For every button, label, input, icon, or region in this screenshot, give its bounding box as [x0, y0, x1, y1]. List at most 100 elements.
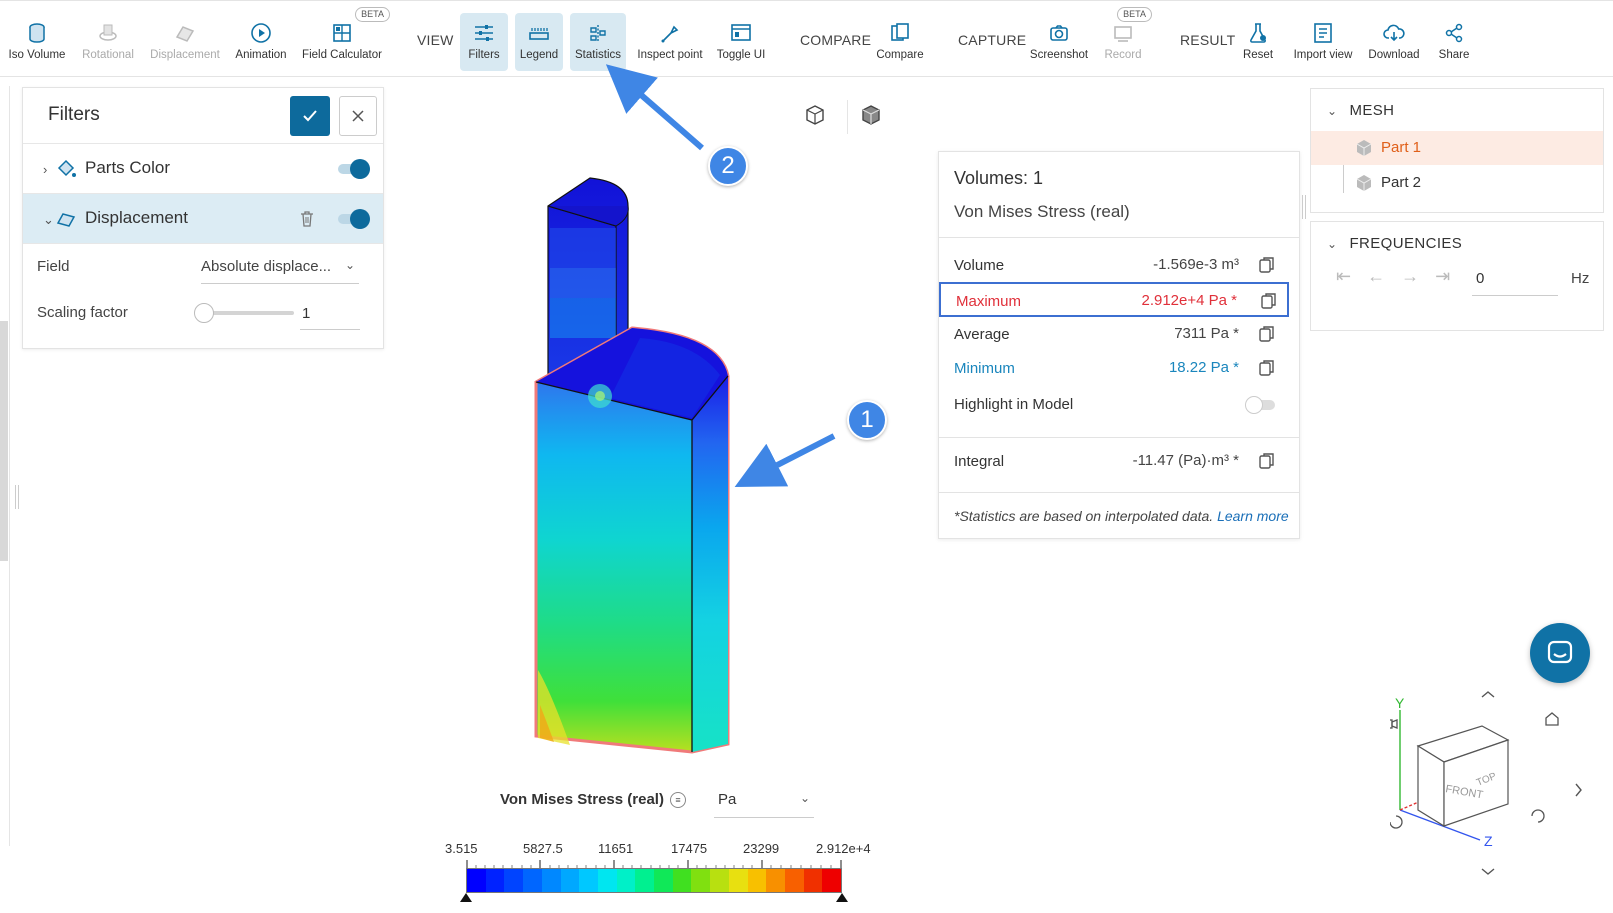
reset-label: Reset	[1242, 49, 1274, 61]
first-step-icon[interactable]: ⇤	[1336, 266, 1367, 286]
inspect-point-label: Inspect point	[637, 49, 703, 61]
left-scrollbar[interactable]	[0, 86, 10, 846]
filter-item-parts-color[interactable]: › Parts Color	[23, 144, 383, 194]
field-calculator-label: Field Calculator	[302, 49, 382, 61]
capture-group-label: CAPTURE	[958, 32, 1027, 48]
record-button[interactable]: Record BETA	[1100, 7, 1152, 71]
left-panel-resize-handle[interactable]	[15, 485, 19, 509]
mesh-section-header[interactable]: ⌄ MESH	[1327, 102, 1394, 119]
field-calculator-button[interactable]: Field Calculator BETA	[300, 7, 390, 71]
share-button[interactable]: Share	[1432, 13, 1476, 71]
wireframe-cube-icon[interactable]	[804, 104, 826, 126]
chevron-down-icon[interactable]	[1481, 868, 1495, 875]
flask-icon	[1249, 23, 1267, 43]
copy-icon[interactable]	[1259, 256, 1275, 274]
legend-min-handle[interactable]	[460, 893, 472, 902]
prev-step-icon[interactable]: ←	[1367, 266, 1401, 286]
copy-icon[interactable]	[1259, 325, 1275, 343]
frequencies-section-header[interactable]: ⌄ FREQUENCIES	[1327, 235, 1462, 252]
callout-1: 1	[847, 400, 887, 440]
field-select[interactable]: Absolute displace... ⌄	[201, 252, 359, 284]
support-chat-button[interactable]	[1530, 623, 1590, 683]
legend-menu-icon[interactable]: ≡	[670, 792, 686, 808]
inspect-point-button[interactable]: Inspect point	[634, 13, 706, 71]
filter-item-label: Displacement	[85, 208, 188, 227]
arrow-to-statistics	[605, 64, 704, 151]
stress-model-3d[interactable]	[520, 170, 780, 790]
highlight-in-model-toggle[interactable]	[1245, 396, 1277, 414]
z-axis-label: Z	[1484, 833, 1493, 849]
parts-color-toggle[interactable]	[338, 159, 370, 179]
rotational-button[interactable]: Rotational	[76, 13, 140, 71]
chevron-right-icon[interactable]	[1575, 783, 1582, 797]
cloud-download-icon	[1383, 24, 1405, 42]
home-icon[interactable]	[1545, 712, 1559, 726]
compare-label: Compare	[876, 49, 924, 61]
unit-select[interactable]: Pa ⌄	[714, 782, 814, 818]
stat-row-integral: Integral -11.47 (Pa)·m³ *	[939, 444, 1299, 478]
scaling-factor-input[interactable]: 1	[300, 298, 360, 330]
toggle-ui-button[interactable]: Toggle UI	[714, 13, 768, 71]
calculator-icon	[333, 24, 351, 42]
solid-cube-icon[interactable]	[860, 104, 882, 126]
navigation-cube[interactable]: ⌃ Y Z X FRONT TOP	[1390, 690, 1600, 890]
stat-row-highlight: Highlight in Model	[939, 387, 1299, 421]
statistics-label: Statistics	[574, 49, 621, 61]
import-view-button[interactable]: Import view	[1290, 13, 1356, 71]
simulation-post-processor: Iso Volume Rotational Displacement Anima…	[0, 0, 1613, 913]
y-axis-label: Y	[1395, 695, 1405, 711]
reset-button[interactable]: Reset	[1236, 13, 1280, 71]
compare-button[interactable]: Compare	[872, 13, 928, 71]
download-button[interactable]: Download	[1364, 13, 1424, 71]
animation-button[interactable]: Animation	[230, 13, 292, 71]
legend-tick-label: 2.912e+4	[816, 841, 871, 856]
copy-icon[interactable]	[1259, 452, 1275, 470]
legend-button[interactable]: Legend	[515, 13, 563, 71]
filters-icon	[475, 25, 493, 41]
displacement-button[interactable]: Displacement	[146, 13, 224, 71]
copy-icon[interactable]	[1259, 359, 1275, 377]
learn-more-link[interactable]: Learn more	[1217, 508, 1289, 524]
frequencies-title: FREQUENCIES	[1349, 235, 1463, 252]
iso-volume-button[interactable]: Iso Volume	[4, 13, 70, 71]
import-view-icon	[1314, 23, 1332, 43]
rotate-right-icon[interactable]	[1531, 809, 1545, 823]
copy-icon[interactable]	[1261, 292, 1277, 310]
displacement-icon	[56, 213, 76, 227]
apply-filters-button[interactable]	[290, 96, 330, 136]
rotate-left-icon[interactable]	[1390, 815, 1403, 829]
scrollbar-thumb[interactable]	[0, 321, 8, 561]
legend-tick-label: 23299	[743, 841, 780, 856]
mesh-item-part-2[interactable]: Part 2	[1311, 166, 1603, 200]
import-view-label: Import view	[1293, 49, 1353, 61]
filter-item-label: Parts Color	[85, 158, 171, 177]
frequency-unit: Hz	[1571, 270, 1590, 287]
mesh-item-part-1[interactable]: Part 1	[1311, 131, 1603, 165]
record-label: Record	[1104, 49, 1142, 61]
chevron-right-icon[interactable]: ›	[43, 162, 47, 177]
filter-item-displacement[interactable]: ⌄ Displacement	[23, 194, 383, 244]
filters-button[interactable]: Filters	[460, 13, 508, 71]
last-step-icon[interactable]: ⇥	[1435, 266, 1466, 286]
toggle-ui-label: Toggle UI	[716, 49, 766, 61]
share-icon	[1445, 23, 1463, 43]
frequency-input[interactable]: 0	[1472, 262, 1558, 296]
screenshot-button[interactable]: Screenshot	[1028, 13, 1090, 71]
statistics-title: Volumes: 1	[954, 168, 1044, 188]
next-step-icon[interactable]: →	[1401, 266, 1435, 286]
statistics-field-name: Von Mises Stress (real)	[954, 202, 1130, 221]
stat-value: -1.569e-3 m³	[1153, 256, 1239, 273]
stat-value: 7311 Pa *	[1174, 325, 1239, 342]
scaling-factor-slider[interactable]	[194, 303, 294, 323]
close-filters-button[interactable]	[339, 96, 377, 136]
trash-icon[interactable]	[299, 210, 315, 227]
toggle-ui-icon	[731, 24, 751, 41]
slider-handle[interactable]	[194, 303, 214, 323]
displacement-toggle[interactable]	[338, 209, 370, 229]
right-panel-resize-handle[interactable]	[1302, 195, 1306, 219]
statistics-button[interactable]: Statistics	[570, 13, 626, 71]
chevron-down-icon[interactable]: ⌄	[43, 212, 54, 228]
chevron-up-icon[interactable]	[1481, 691, 1495, 698]
stat-label: Average	[954, 326, 1010, 343]
legend-max-handle[interactable]	[836, 893, 848, 902]
